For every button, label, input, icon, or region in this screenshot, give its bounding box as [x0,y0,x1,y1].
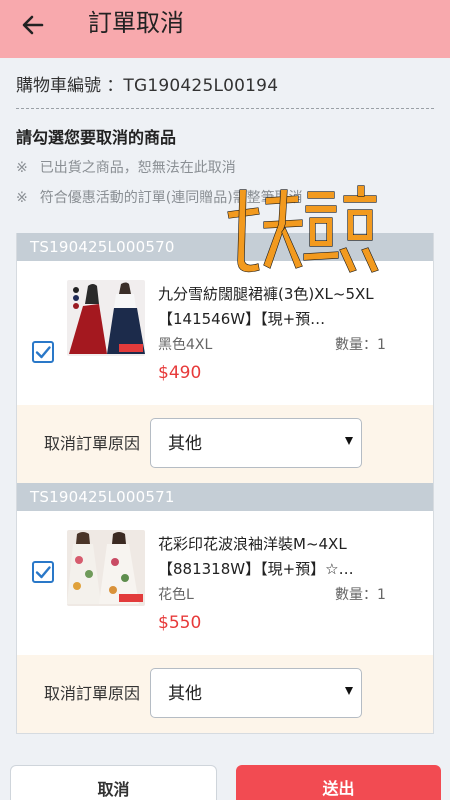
cancel-reason-row: 取消訂單原因 其他 [17,655,433,733]
cancel-reason-select[interactable]: 其他 [150,668,362,718]
back-arrow-icon[interactable] [18,10,48,40]
note-text: 已出貨之商品，恕無法在此取消 [39,160,236,176]
product-spec: 花色L [158,587,194,603]
note-mark: ※ [16,190,28,206]
order-card: TS190425L000570 九分雪紡闊腿裙褲(3色)XL~5XL【14154… [16,233,434,483]
product-price: $490 [158,363,202,383]
order-item: 花彩印花波浪袖洋裝M~4XL【881318W】【現+預】☆… 花色L 數量：1 … [17,511,433,655]
product-name[interactable]: 花彩印花波浪袖洋裝M~4XL【881318W】【現+預】☆… [158,532,423,582]
cart-number-value: TG190425L00194 [123,76,279,96]
cancel-reason-row: 取消訂單原因 其他 [17,405,433,483]
bottom-divider [16,733,434,734]
page-title: 訂單取消 [88,9,184,37]
order-item: 九分雪紡闊腿裙褲(3色)XL~5XL【141546W】【現+預… 黑色4XL 數… [17,261,433,405]
order-card: TS190425L000571 花彩印花波浪袖洋裝M~4XL【881318W】【… [16,483,434,733]
notice-shipped: ※ 已出貨之商品，恕無法在此取消 [16,158,236,178]
section-heading: 請勾選您要取消的商品 [16,128,177,147]
order-id: TS190425L000571 [17,483,433,511]
checkmark-icon [35,566,51,579]
app-header: 訂單取消 [0,0,450,58]
dashed-divider [16,108,434,109]
cart-number-label: 購物車編號 ： [16,76,124,96]
product-spec: 黑色4XL [158,337,213,353]
order-id: TS190425L000570 [17,233,433,261]
cancel-reason-select[interactable]: 其他 [150,418,362,468]
dropdown-arrow-icon [345,437,353,445]
note-text: 符合優惠活動的訂單(連同贈品)需整筆取消 [39,190,303,206]
product-name[interactable]: 九分雪紡闊腿裙褲(3色)XL~5XL【141546W】【現+預… [158,282,423,332]
select-value: 其他 [168,684,202,704]
dropdown-arrow-icon [345,687,353,695]
select-value: 其他 [168,434,202,454]
item-checkbox[interactable] [32,561,54,583]
note-mark: ※ [16,160,28,176]
cancel-button[interactable]: 取消 [10,765,217,800]
item-checkbox[interactable] [32,341,54,363]
product-price: $550 [158,613,202,633]
product-quantity: 數量：1 [335,587,386,603]
product-thumbnail[interactable] [67,280,145,356]
checkmark-icon [35,346,51,359]
product-thumbnail[interactable] [67,530,145,606]
notice-promotion: ※ 符合優惠活動的訂單(連同贈品)需整筆取消 [16,188,303,208]
product-quantity: 數量：1 [335,337,386,353]
cart-number: 購物車編號 ：TG190425L00194 [16,74,278,98]
submit-button[interactable]: 送出 [236,765,441,800]
cancel-reason-label: 取消訂單原因 [44,434,141,453]
cancel-reason-label: 取消訂單原因 [44,684,141,703]
